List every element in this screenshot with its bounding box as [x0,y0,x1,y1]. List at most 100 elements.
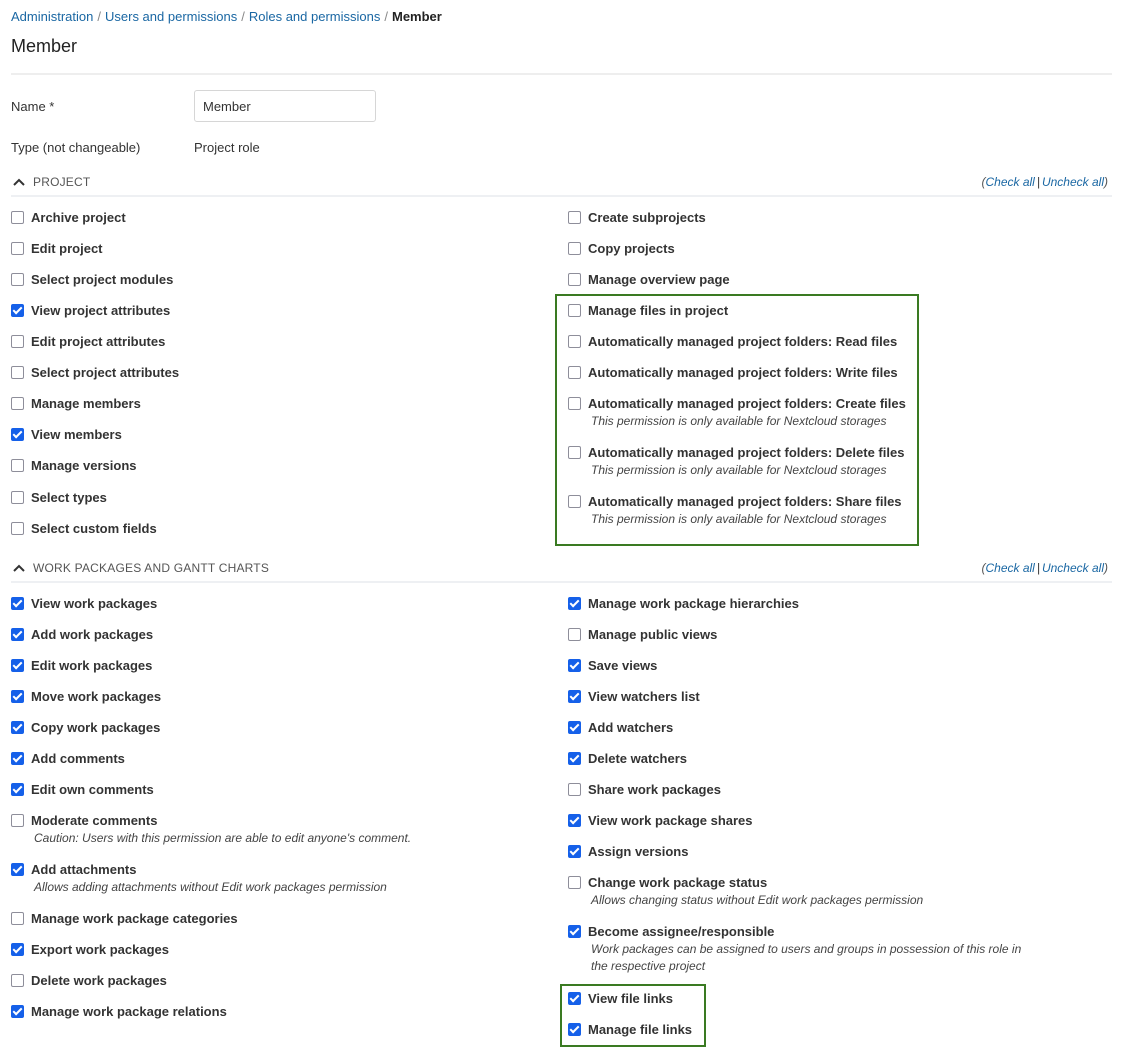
breadcrumb-administration[interactable]: Administration [11,9,93,24]
checkbox-unchecked[interactable] [568,242,581,255]
permission-label: Moderate comments [31,813,158,828]
checkbox-unchecked[interactable] [11,459,24,472]
checkbox-unchecked[interactable] [11,366,24,379]
highlight-box-storage-permissions [555,294,919,546]
permission-manage-work-package-relations[interactable]: Manage work package relations [11,1003,227,1021]
permission-view-watchers-list[interactable]: View watchers list [568,688,700,706]
permission-manage-members[interactable]: Manage members [11,395,141,413]
checkbox-unchecked[interactable] [11,522,24,535]
checkbox-unchecked[interactable] [11,912,24,925]
breadcrumb-users-and-permissions[interactable]: Users and permissions [105,9,237,24]
permission-move-work-packages[interactable]: Move work packages [11,688,161,706]
checkbox-checked[interactable] [568,659,581,672]
permission-select-project-modules[interactable]: Select project modules [11,271,173,289]
checkbox-checked[interactable] [11,721,24,734]
checkbox-unchecked[interactable] [568,628,581,641]
breadcrumb-roles-and-permissions[interactable]: Roles and permissions [249,9,381,24]
checkbox-checked[interactable] [11,304,24,317]
checkbox-checked[interactable] [568,721,581,734]
permission-edit-project-attributes[interactable]: Edit project attributes [11,333,165,351]
permission-become-assignee-responsible[interactable]: Become assignee/responsible Work packages… [568,923,1031,975]
permission-text: Manage overview page [588,271,730,289]
checkbox-checked[interactable] [11,628,24,641]
permission-label: View project attributes [31,303,171,318]
permission-copy-work-packages[interactable]: Copy work packages [11,719,160,737]
checkbox-unchecked[interactable] [11,211,24,224]
checkbox-unchecked[interactable] [11,814,24,827]
permission-edit-work-packages[interactable]: Edit work packages [11,657,152,675]
checkbox-checked[interactable] [568,752,581,765]
checkbox-checked[interactable] [568,845,581,858]
checkbox-unchecked[interactable] [568,783,581,796]
checkbox-checked[interactable] [11,863,24,876]
permission-delete-work-packages[interactable]: Delete work packages [11,972,167,990]
permission-manage-overview-page[interactable]: Manage overview page [568,271,730,289]
checkbox-unchecked[interactable] [568,876,581,889]
permission-view-members[interactable]: View members [11,426,122,444]
permission-change-work-package-status[interactable]: Change work package status Allows changin… [568,874,923,909]
permission-add-work-packages[interactable]: Add work packages [11,626,153,644]
checkbox-unchecked[interactable] [11,335,24,348]
permission-text: Delete work packages [31,972,167,990]
permission-label: Select project modules [31,272,174,287]
check-all-link[interactable]: Check all [985,175,1034,189]
checkbox-unchecked[interactable] [11,397,24,410]
permission-export-work-packages[interactable]: Export work packages [11,941,169,959]
section-header-project: PROJECT (Check all | Uncheck all) [11,175,1112,197]
checkbox-unchecked[interactable] [11,491,24,504]
permission-hint: Caution: Users with this permission are … [34,831,412,845]
checkbox-checked[interactable] [11,659,24,672]
checkbox-unchecked[interactable] [11,273,24,286]
permission-text: Select project modules [31,271,173,289]
permission-assign-versions[interactable]: Assign versions [568,843,688,861]
permission-label: Manage work package relations [31,1004,227,1019]
uncheck-all-link[interactable]: Uncheck all [1042,561,1104,575]
permission-edit-own-comments[interactable]: Edit own comments [11,781,154,799]
permission-manage-work-package-categories[interactable]: Manage work package categories [11,910,238,928]
permission-view-work-package-shares[interactable]: View work package shares [568,812,753,830]
permission-add-comments[interactable]: Add comments [11,750,125,768]
breadcrumb-separator: / [384,9,388,24]
permission-copy-projects[interactable]: Copy projects [568,240,675,258]
permission-select-types[interactable]: Select types [11,489,107,507]
checkbox-checked[interactable] [11,783,24,796]
permission-view-project-attributes[interactable]: View project attributes [11,302,170,320]
checkbox-checked[interactable] [11,943,24,956]
checkbox-checked[interactable] [11,752,24,765]
permission-select-custom-fields[interactable]: Select custom fields [11,520,157,538]
checkbox-checked[interactable] [568,925,581,938]
permission-label: Manage work package categories [31,911,238,926]
checkbox-checked[interactable] [11,428,24,441]
permission-save-views[interactable]: Save views [568,657,657,675]
section-toggle-project[interactable]: PROJECT [11,175,90,189]
checkbox-checked[interactable] [11,690,24,703]
permission-add-attachments[interactable]: Add attachments Allows adding attachments… [11,861,387,896]
permission-archive-project[interactable]: Archive project [11,209,126,227]
permission-label: Save views [588,658,658,673]
checkbox-unchecked[interactable] [11,242,24,255]
checkbox-checked[interactable] [568,814,581,827]
checkbox-checked[interactable] [11,597,24,610]
checkbox-unchecked[interactable] [568,211,581,224]
checkbox-checked[interactable] [568,597,581,610]
checkbox-unchecked[interactable] [11,974,24,987]
permission-share-work-packages[interactable]: Share work packages [568,781,721,799]
section-toggle-work-packages[interactable]: WORK PACKAGES AND GANTT CHARTS [11,561,269,575]
name-input[interactable] [194,90,376,122]
permission-edit-project[interactable]: Edit project [11,240,103,258]
permission-create-subprojects[interactable]: Create subprojects [568,209,706,227]
permission-add-watchers[interactable]: Add watchers [568,719,673,737]
permission-moderate-comments[interactable]: Moderate comments Caution: Users with thi… [11,812,411,847]
permission-view-work-packages[interactable]: View work packages [11,595,157,613]
checkbox-checked[interactable] [11,1005,24,1018]
permission-manage-work-package-hierarchies[interactable]: Manage work package hierarchies [568,595,799,613]
permission-label: Edit project attributes [31,334,166,349]
checkbox-checked[interactable] [568,690,581,703]
permission-manage-public-views[interactable]: Manage public views [568,626,717,644]
checkbox-unchecked[interactable] [568,273,581,286]
check-all-link[interactable]: Check all [985,561,1034,575]
uncheck-all-link[interactable]: Uncheck all [1042,175,1104,189]
permission-delete-watchers[interactable]: Delete watchers [568,750,687,768]
permission-select-project-attributes[interactable]: Select project attributes [11,364,179,382]
permission-manage-versions[interactable]: Manage versions [11,457,137,475]
